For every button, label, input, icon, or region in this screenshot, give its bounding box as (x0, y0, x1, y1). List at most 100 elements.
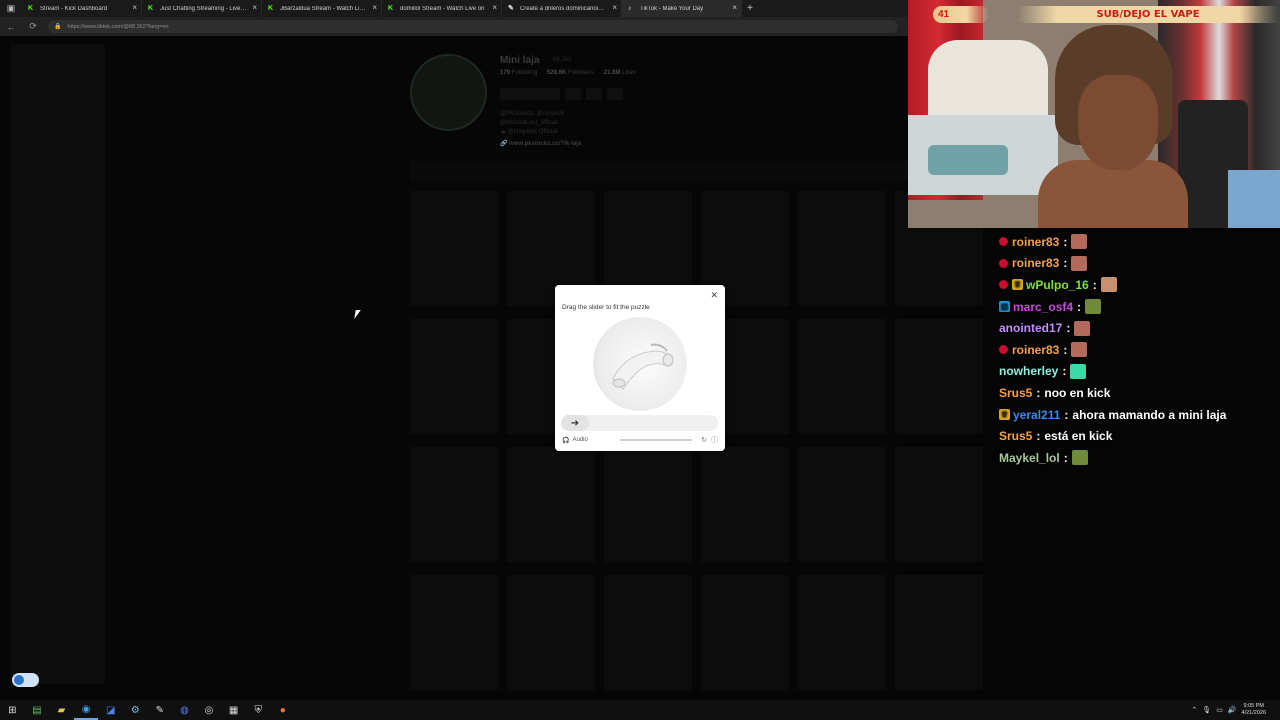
chat-message: Srus5: noo en kick (999, 382, 1279, 404)
app-icon-blue[interactable]: ◪ (98, 700, 123, 720)
chat-username[interactable]: yeral211 (1013, 408, 1060, 422)
tab-close-icon[interactable]: × (252, 4, 257, 12)
chat-username[interactable]: roiner83 (1012, 256, 1059, 270)
stat-following[interactable]: 179 Following (500, 70, 537, 76)
slider-handle-arrow-icon[interactable]: ➜ (561, 415, 589, 431)
screen: ▣ K Stream - Kick Dashboard × K Just Chattin… (0, 0, 1280, 720)
new-tab-button[interactable]: + (742, 3, 758, 14)
video-thumbnail[interactable] (798, 447, 886, 562)
file-explorer-icon[interactable]: ▰ (49, 700, 74, 720)
follow-button[interactable] (500, 88, 560, 100)
back-arrow-icon[interactable]: ← (0, 22, 22, 32)
stat-likes: 21.8M Likes (603, 70, 637, 76)
stat-followers[interactable]: 528.6K Followers (547, 70, 594, 76)
video-thumbnail[interactable] (895, 319, 983, 434)
video-thumbnail[interactable] (410, 191, 498, 306)
chat-username[interactable]: roiner83 (1012, 343, 1059, 357)
video-thumbnail[interactable] (410, 319, 498, 434)
emote-icon (1070, 363, 1087, 379)
browser-tab[interactable]: K Just Chatting Streaming - Live St × (142, 0, 262, 17)
profile-avatar[interactable] (410, 54, 487, 131)
browser-icon[interactable]: ◍ (172, 700, 197, 720)
address-bar[interactable]: 🔒 https://www.tiktok.com/@88.362?lang=en (48, 20, 898, 33)
obs-icon[interactable]: ◎ (197, 700, 222, 720)
floating-toggle[interactable] (12, 673, 39, 687)
emote-icon (1071, 255, 1088, 271)
close-icon[interactable]: ✕ (710, 290, 718, 301)
video-thumbnail[interactable] (701, 575, 789, 690)
chat-username[interactable]: nowherley (999, 364, 1058, 378)
tab-close-icon[interactable]: × (612, 4, 617, 12)
audio-option[interactable]: 🎧 Audio (562, 437, 588, 444)
video-thumbnail[interactable] (798, 319, 886, 434)
video-thumbnail[interactable] (895, 575, 983, 690)
calendar-icon[interactable]: ▦ (221, 700, 246, 720)
tab-close-icon[interactable]: × (372, 4, 377, 12)
chat-username[interactable]: anointed17 (999, 321, 1062, 335)
browser-tab[interactable]: Kdomiilol Stream - Watch Live on × (382, 0, 502, 17)
profile-stats: 179 Following 528.6K Followers 21.8M Lik… (500, 70, 636, 76)
tab-label: Stream - Kick Dashboard (40, 5, 108, 12)
video-thumbnail[interactable] (798, 575, 886, 690)
bio-line: @PKStockX, @rucykick (500, 111, 565, 117)
chrome-icon[interactable]: ◉ (73, 700, 99, 720)
video-thumbnail[interactable] (798, 191, 886, 306)
pen-icon[interactable]: ✎ (148, 700, 173, 720)
profile-tabs[interactable] (410, 161, 975, 181)
emote-icon (1100, 277, 1117, 293)
crown-badge-icon: ♛ (999, 409, 1010, 421)
tab-close-icon[interactable]: × (492, 4, 497, 12)
steam-icon[interactable]: ⚙ (123, 700, 148, 720)
video-thumbnail[interactable] (604, 447, 692, 562)
video-thumbnail[interactable] (604, 575, 692, 690)
app-icon-orange[interactable]: ● (271, 700, 296, 720)
chat-username[interactable]: Maykel_lol (999, 451, 1060, 465)
shield-icon[interactable]: ⛨ (246, 700, 271, 720)
video-thumbnail[interactable] (410, 575, 498, 690)
more-button[interactable] (607, 88, 623, 100)
chat-username[interactable]: marc_osf4 (1013, 300, 1073, 314)
message-button[interactable] (565, 88, 581, 100)
info-icon[interactable]: ⓘ (711, 435, 718, 445)
chat-username[interactable]: Srus5 (999, 386, 1032, 400)
terminal-icon[interactable]: ▤ (25, 700, 50, 720)
sub-counter: 41 (933, 6, 990, 23)
bio-link[interactable]: 🔗 www.pkstocks.cc/?/k-laja (500, 140, 581, 149)
chat-username[interactable]: roiner83 (1012, 235, 1059, 249)
reload-icon[interactable]: ⟳ (22, 21, 44, 32)
chat-username[interactable]: Srus5 (999, 429, 1032, 443)
share-button[interactable] (586, 88, 602, 100)
chat-message: ♛ yeral211: ahora mamando a mini laja (999, 404, 1279, 426)
microphone-icon[interactable]: 🎙 (1202, 706, 1211, 714)
video-thumbnail[interactable] (410, 447, 498, 562)
speaker-icon[interactable]: 🔊 (1228, 706, 1237, 714)
chat-username[interactable]: wPulpo_16 (1026, 278, 1089, 292)
network-icon[interactable]: ▭ (1216, 706, 1223, 714)
window-menu-icon[interactable]: ▣ (0, 0, 22, 17)
tab-label: TikTok - Make Your Day (640, 5, 704, 12)
tab-close-icon[interactable]: × (732, 4, 737, 12)
tiktok-sidebar (10, 44, 105, 684)
refresh-icon[interactable]: ↻ (701, 436, 707, 444)
sub-badge-icon (999, 258, 1008, 268)
sub-badge-icon (999, 237, 1008, 247)
browser-tab[interactable]: ✎ Create a dnleros dominicanois 20 × (502, 0, 622, 17)
windows-start-icon[interactable]: ⊞ (0, 700, 25, 720)
webcam-overlay: 41 SUB/DEJO EL VAPE (908, 0, 1280, 228)
chat-separator: : (1036, 385, 1041, 400)
chat-separator: : (1063, 256, 1068, 271)
video-thumbnail[interactable] (895, 447, 983, 562)
chevron-up-icon[interactable]: ⌃ (1191, 706, 1197, 714)
video-thumbnail[interactable] (701, 447, 789, 562)
video-thumbnail[interactable] (507, 447, 595, 562)
tab-close-icon[interactable]: × (132, 4, 137, 12)
tiktok-page: Mini laja 88.362 179 Following 528.6K Fo… (0, 36, 983, 693)
browser-tab[interactable]: K JBarzaldua Stream - Watch Live on × (262, 0, 382, 17)
video-thumbnail[interactable] (507, 575, 595, 690)
chat-separator: : (1066, 321, 1071, 336)
browser-tab[interactable]: ♪ TikTok - Make Your Day × (622, 0, 742, 17)
captcha-slider-track[interactable]: ➜ (561, 415, 718, 431)
clock[interactable]: 9:05 PM 4/21/2026 (1242, 703, 1266, 717)
browser-tab[interactable]: K Stream - Kick Dashboard × (22, 0, 142, 17)
sub-badge-icon (999, 345, 1008, 355)
